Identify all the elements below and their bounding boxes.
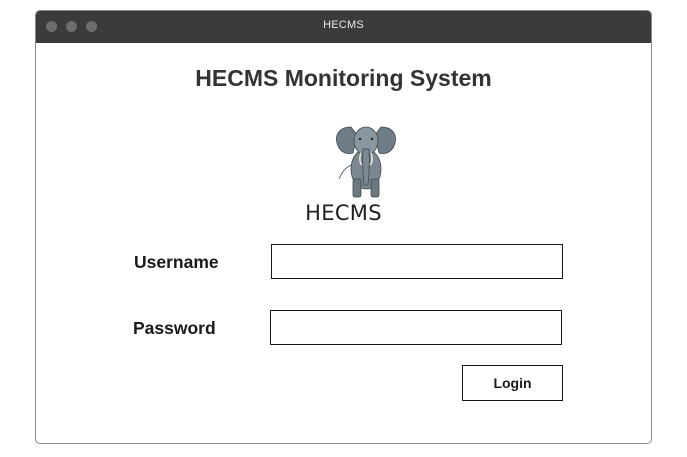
password-input[interactable] xyxy=(270,310,562,345)
title-bar: HECMS xyxy=(36,11,651,43)
window-title: HECMS xyxy=(323,19,364,31)
password-label: Password xyxy=(133,318,216,338)
page-title: HECMS Monitoring System xyxy=(195,65,492,91)
app-window: HECMS HECMS Monitoring System HECMS User… xyxy=(35,10,652,444)
username-label: Username xyxy=(134,252,219,272)
logo-text: HECMS xyxy=(305,201,382,225)
elephant-icon xyxy=(336,126,396,198)
login-button[interactable]: Login xyxy=(462,365,563,401)
username-input[interactable] xyxy=(271,244,563,279)
